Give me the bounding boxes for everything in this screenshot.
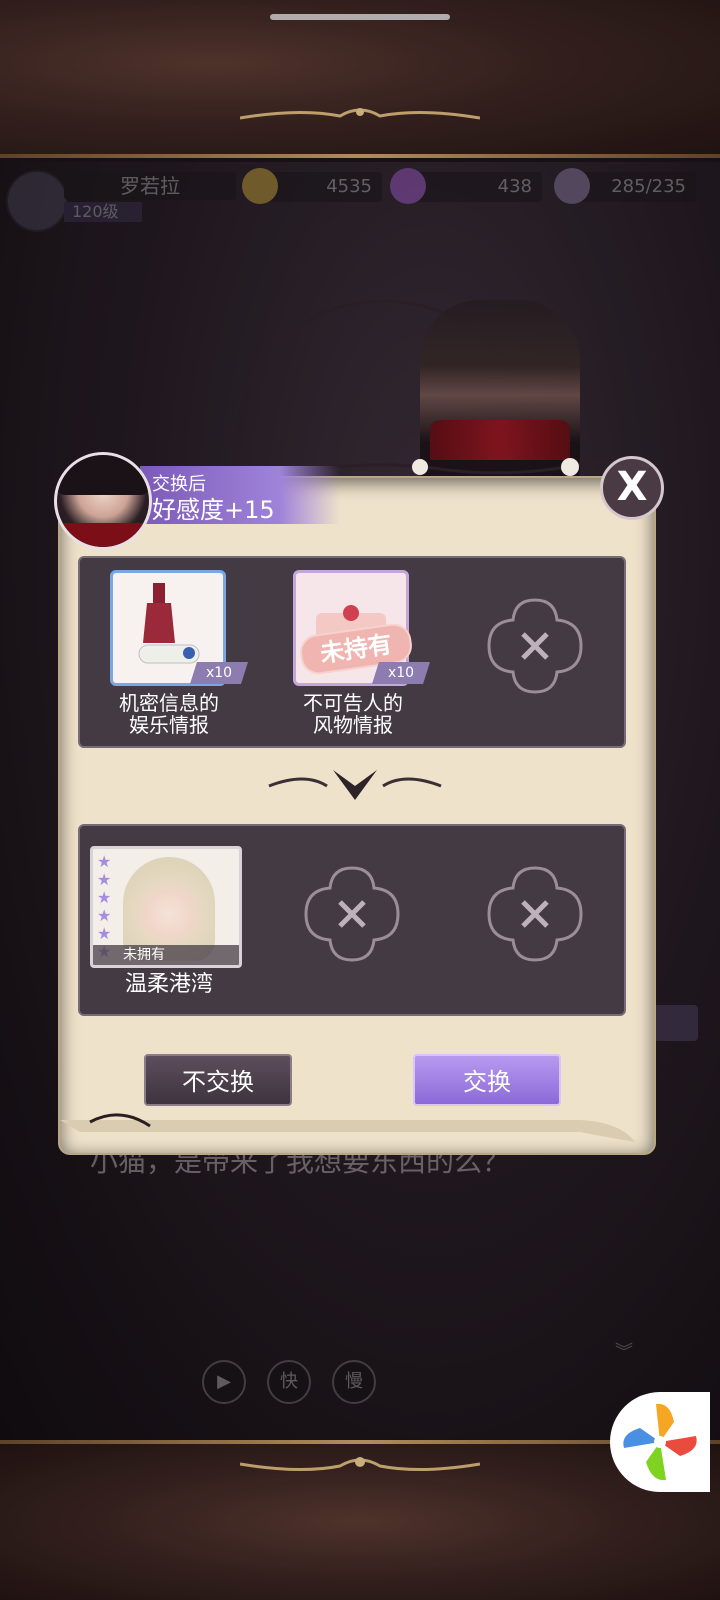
affection-banner: 交换后 好感度+15 [140, 466, 340, 524]
empty-slot-icon [487, 866, 583, 962]
floating-app-launcher[interactable] [610, 1392, 710, 1492]
pinwheel-icon [623, 1403, 697, 1481]
not-owned-badge: 未拥有 [93, 945, 239, 965]
empty-slot-icon [304, 866, 400, 962]
item-label-2: 不可告人的 风物情报 [303, 691, 403, 737]
banner-title: 好感度+15 [152, 496, 275, 524]
reward-card-gentle-harbor[interactable]: ★★★★★★ 未拥有 [90, 846, 242, 968]
rose-vine-decoration [290, 458, 646, 476]
item-label-1: 机密信息的 娱乐情报 [119, 691, 219, 737]
close-button[interactable]: X [600, 456, 664, 520]
item-qty-2: x10 [372, 662, 430, 684]
exchange-arrow-divider [268, 770, 442, 800]
close-icon: X [616, 464, 648, 510]
decline-exchange-button[interactable]: 不交换 [144, 1054, 292, 1106]
empty-slot-icon [487, 598, 583, 694]
scroll-curl-decoration [60, 1113, 635, 1142]
confirm-exchange-button[interactable]: 交换 [413, 1054, 561, 1106]
character-avatar [54, 452, 152, 550]
item-qty-1: x10 [190, 662, 248, 684]
reward-label: 温柔港湾 [124, 972, 213, 997]
